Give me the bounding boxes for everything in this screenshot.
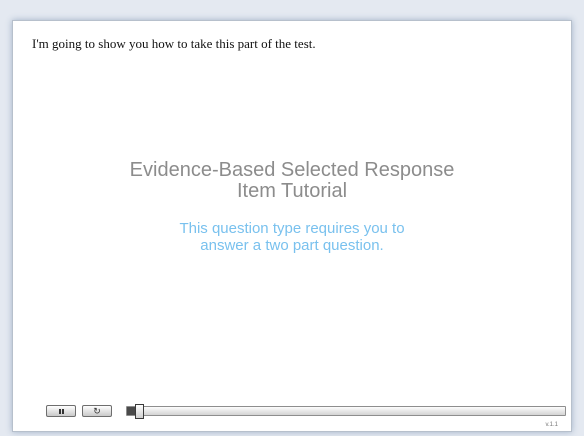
progress-track[interactable] [126, 406, 566, 416]
title-block: Evidence-Based Selected Response Item Tu… [13, 160, 571, 255]
progress-thumb[interactable] [135, 404, 144, 419]
replay-button[interactable]: ↻ [82, 405, 112, 417]
version-label: v.1.1 [545, 422, 558, 428]
tutorial-subtitle-line1: This question type requires you to [179, 220, 405, 237]
tutorial-frame: I'm going to show you how to take this p… [12, 20, 572, 432]
pause-icon [58, 408, 64, 414]
tutorial-title-line1: Evidence-Based Selected Response [129, 159, 455, 181]
replay-icon: ↻ [93, 405, 101, 416]
tutorial-title-line2: Item Tutorial [236, 180, 348, 202]
tutorial-subtitle-line2: answer a two part question. [200, 237, 384, 254]
pause-button[interactable] [46, 405, 76, 417]
tutorial-title: Evidence-Based Selected Response Item Tu… [13, 160, 571, 202]
intro-text: I'm going to show you how to take this p… [32, 36, 316, 51]
tutorial-subtitle: This question type requires you to answe… [13, 220, 571, 254]
player-controls: ↻ [33, 404, 569, 420]
